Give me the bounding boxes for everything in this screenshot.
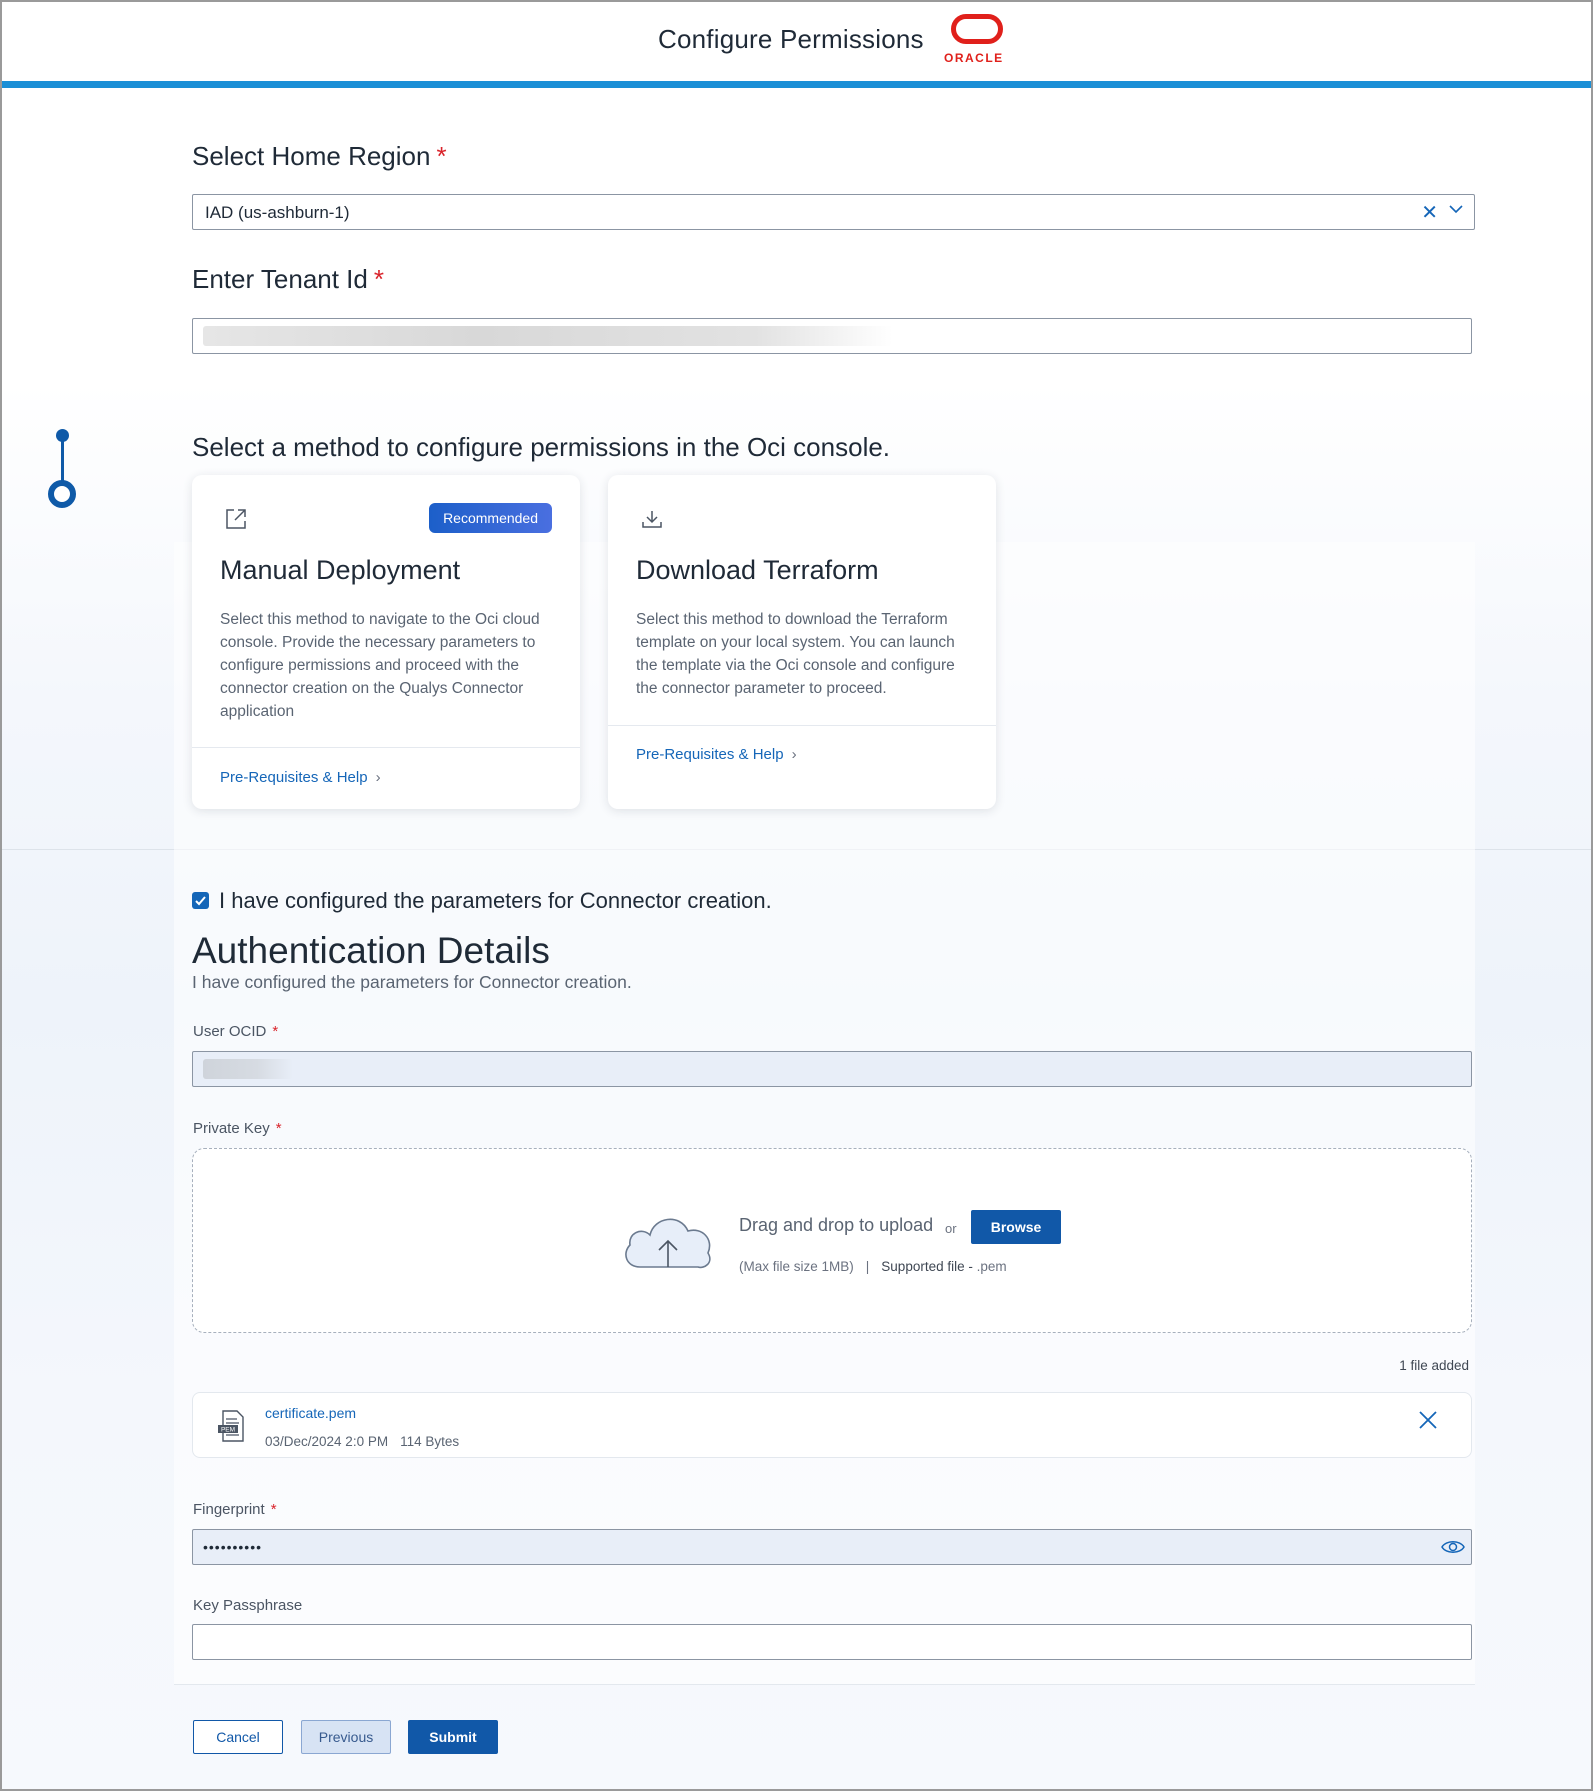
page-frame: Configure Permissions ORACLE Select Home… [0, 0, 1593, 1791]
chevron-right-icon: › [791, 746, 797, 763]
card-title: Manual Deployment [220, 555, 461, 585]
required-mark: * [272, 1023, 279, 1040]
files-added-count: 1 file added [1399, 1358, 1469, 1373]
max-file-size: (Max file size 1MB) [739, 1259, 854, 1274]
prerequisites-help-link[interactable]: Pre-Requisites & Help › [636, 746, 797, 763]
auth-section-title: Authentication Details [192, 930, 550, 971]
required-mark: * [436, 141, 447, 171]
fingerprint-input[interactable]: •••••••••• [192, 1529, 1472, 1565]
private-key-label: Private Key * [193, 1120, 282, 1137]
cancel-button[interactable]: Cancel [193, 1720, 283, 1754]
file-date: 03/Dec/2024 2:0 PM [265, 1434, 389, 1449]
manual-deployment-card[interactable]: Recommended Manual Deployment Select thi… [192, 475, 580, 809]
user-ocid-label: User OCID * [193, 1023, 278, 1040]
redacted-value [203, 1059, 293, 1079]
submit-button[interactable]: Submit [408, 1720, 498, 1754]
tenant-id-input[interactable] [192, 318, 1472, 354]
fingerprint-masked-value: •••••••••• [203, 1539, 263, 1555]
clear-icon[interactable]: ✕ [1421, 200, 1438, 225]
uploaded-file-item: PEM certificate.pem 03/Dec/2024 2:0 PM 11… [192, 1392, 1472, 1458]
required-mark: * [270, 1501, 277, 1518]
drag-drop-text: Drag and drop to upload [739, 1215, 934, 1235]
file-name[interactable]: certificate.pem [265, 1405, 356, 1421]
check-icon [195, 896, 206, 906]
fingerprint-label-text: Fingerprint [193, 1501, 265, 1518]
upload-constraints: (Max file size 1MB) | Supported file - .pe… [739, 1259, 1007, 1274]
redacted-value [203, 326, 893, 346]
download-terraform-card[interactable]: Download Terraform Select this method to… [608, 475, 996, 809]
recommended-badge: Recommended [429, 503, 552, 533]
fingerprint-label: Fingerprint * [193, 1501, 277, 1518]
required-mark: * [275, 1120, 282, 1137]
required-mark: * [373, 264, 384, 294]
private-key-label-text: Private Key [193, 1120, 270, 1137]
method-title: Select a method to configure permissions… [192, 432, 891, 462]
or-text: or [945, 1221, 957, 1236]
oracle-logo-text: ORACLE [944, 51, 1004, 65]
browse-button[interactable]: Browse [971, 1210, 1061, 1244]
supported-file-ext: .pem [976, 1259, 1007, 1274]
card-description: Select this method to download the Terra… [636, 611, 955, 697]
stepper-current-step [48, 480, 76, 508]
footer-divider [174, 1684, 1475, 1685]
supported-file-label: Supported file - [881, 1259, 973, 1274]
configured-checkbox[interactable] [192, 892, 209, 909]
page-title: Configure Permissions [658, 24, 924, 54]
key-passphrase-input[interactable] [192, 1624, 1472, 1660]
home-region-value: IAD (us-ashburn-1) [205, 203, 350, 222]
card-divider [192, 747, 580, 748]
separator: | [865, 1259, 870, 1274]
tenant-id-label-text: Enter Tenant Id [192, 264, 368, 294]
card-title: Download Terraform [636, 555, 879, 585]
previous-button[interactable]: Previous [301, 1720, 391, 1754]
pem-file-icon: PEM [218, 1410, 244, 1442]
private-key-dropzone[interactable]: Drag and drop to upload or Browse (Max f… [192, 1148, 1472, 1333]
close-icon[interactable] [1417, 1409, 1439, 1431]
home-region-label-text: Select Home Region [192, 141, 431, 171]
auth-section-subtitle: I have configured the parameters for Con… [192, 972, 632, 992]
card-divider [608, 725, 996, 726]
download-icon [642, 511, 662, 528]
prerequisites-help-link-text: Pre-Requisites & Help [636, 746, 784, 763]
page-header: Configure Permissions ORACLE [2, 2, 1591, 88]
prerequisites-help-link[interactable]: Pre-Requisites & Help › [220, 769, 381, 786]
external-link-icon [226, 509, 246, 529]
tenant-id-label: Enter Tenant Id * [192, 264, 384, 295]
user-ocid-input[interactable] [192, 1051, 1472, 1087]
oracle-logo: ORACLE [942, 14, 1012, 66]
chevron-down-icon[interactable] [1448, 201, 1464, 217]
file-meta: 03/Dec/2024 2:0 PM 114 Bytes [265, 1434, 459, 1449]
pem-icon-label: PEM [221, 1427, 235, 1434]
home-region-label: Select Home Region * [192, 141, 447, 172]
cloud-upload-icon [625, 1218, 711, 1269]
oracle-logo-ring-icon [951, 14, 1003, 44]
configured-checkbox-label: I have configured the parameters for Con… [219, 888, 772, 913]
key-passphrase-label: Key Passphrase [193, 1597, 303, 1614]
card-description: Select this method to navigate to the Oc… [220, 611, 540, 720]
home-region-select[interactable]: IAD (us-ashburn-1) ✕ [192, 194, 1475, 230]
eye-icon[interactable] [1441, 1537, 1465, 1557]
user-ocid-label-text: User OCID [193, 1023, 267, 1040]
chevron-right-icon: › [375, 769, 381, 786]
prerequisites-help-link-text: Pre-Requisites & Help [220, 769, 368, 786]
file-size: 114 Bytes [400, 1434, 460, 1449]
